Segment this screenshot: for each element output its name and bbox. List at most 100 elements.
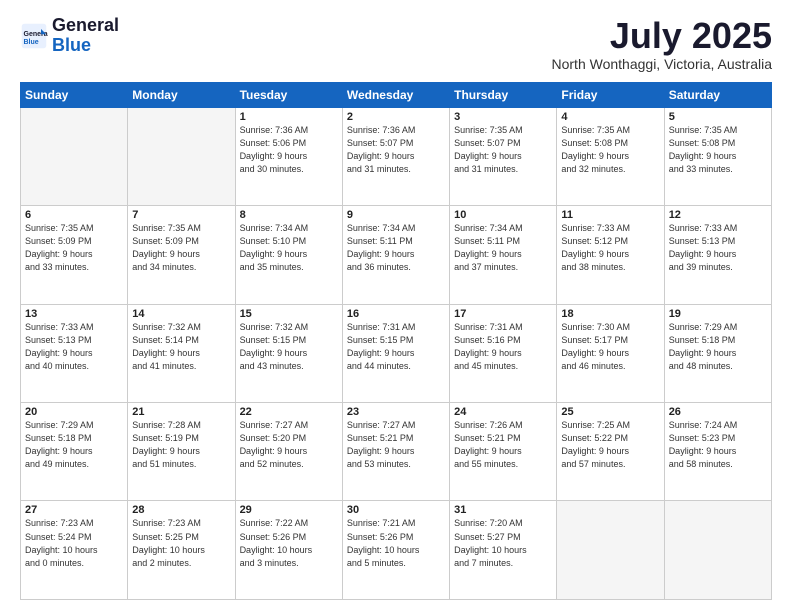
day-info: Sunrise: 7:23 AM Sunset: 5:25 PM Dayligh… — [132, 517, 230, 569]
calendar-cell: 18Sunrise: 7:30 AM Sunset: 5:17 PM Dayli… — [557, 304, 664, 402]
calendar-cell: 27Sunrise: 7:23 AM Sunset: 5:24 PM Dayli… — [21, 501, 128, 600]
weekday-header-monday: Monday — [128, 82, 235, 107]
weekday-header-saturday: Saturday — [664, 82, 771, 107]
day-info: Sunrise: 7:33 AM Sunset: 5:12 PM Dayligh… — [561, 222, 659, 274]
week-row-0: 1Sunrise: 7:36 AM Sunset: 5:06 PM Daylig… — [21, 107, 772, 205]
day-number: 6 — [25, 209, 123, 221]
calendar-cell: 4Sunrise: 7:35 AM Sunset: 5:08 PM Daylig… — [557, 107, 664, 205]
day-number: 21 — [132, 406, 230, 418]
day-number: 27 — [25, 504, 123, 516]
calendar-cell: 6Sunrise: 7:35 AM Sunset: 5:09 PM Daylig… — [21, 206, 128, 304]
day-number: 14 — [132, 308, 230, 320]
day-info: Sunrise: 7:29 AM Sunset: 5:18 PM Dayligh… — [25, 419, 123, 471]
weekday-header-row: SundayMondayTuesdayWednesdayThursdayFrid… — [21, 82, 772, 107]
day-number: 24 — [454, 406, 552, 418]
day-info: Sunrise: 7:35 AM Sunset: 5:08 PM Dayligh… — [561, 124, 659, 176]
svg-text:General: General — [24, 31, 49, 38]
day-number: 12 — [669, 209, 767, 221]
title-block: July 2025 North Wonthaggi, Victoria, Aus… — [552, 16, 773, 72]
day-info: Sunrise: 7:21 AM Sunset: 5:26 PM Dayligh… — [347, 517, 445, 569]
day-info: Sunrise: 7:32 AM Sunset: 5:14 PM Dayligh… — [132, 321, 230, 373]
weekday-header-tuesday: Tuesday — [235, 82, 342, 107]
calendar-cell: 25Sunrise: 7:25 AM Sunset: 5:22 PM Dayli… — [557, 403, 664, 501]
day-info: Sunrise: 7:35 AM Sunset: 5:09 PM Dayligh… — [132, 222, 230, 274]
day-number: 20 — [25, 406, 123, 418]
calendar-cell: 5Sunrise: 7:35 AM Sunset: 5:08 PM Daylig… — [664, 107, 771, 205]
calendar-cell: 17Sunrise: 7:31 AM Sunset: 5:16 PM Dayli… — [450, 304, 557, 402]
day-number: 16 — [347, 308, 445, 320]
calendar-cell: 8Sunrise: 7:34 AM Sunset: 5:10 PM Daylig… — [235, 206, 342, 304]
month-title: July 2025 — [552, 16, 773, 56]
day-number: 4 — [561, 111, 659, 123]
calendar-cell: 26Sunrise: 7:24 AM Sunset: 5:23 PM Dayli… — [664, 403, 771, 501]
calendar-cell: 2Sunrise: 7:36 AM Sunset: 5:07 PM Daylig… — [342, 107, 449, 205]
day-number: 28 — [132, 504, 230, 516]
day-number: 7 — [132, 209, 230, 221]
day-info: Sunrise: 7:23 AM Sunset: 5:24 PM Dayligh… — [25, 517, 123, 569]
calendar-cell: 28Sunrise: 7:23 AM Sunset: 5:25 PM Dayli… — [128, 501, 235, 600]
calendar-cell: 12Sunrise: 7:33 AM Sunset: 5:13 PM Dayli… — [664, 206, 771, 304]
day-info: Sunrise: 7:34 AM Sunset: 5:10 PM Dayligh… — [240, 222, 338, 274]
calendar-cell: 19Sunrise: 7:29 AM Sunset: 5:18 PM Dayli… — [664, 304, 771, 402]
day-info: Sunrise: 7:29 AM Sunset: 5:18 PM Dayligh… — [669, 321, 767, 373]
calendar-cell: 10Sunrise: 7:34 AM Sunset: 5:11 PM Dayli… — [450, 206, 557, 304]
day-number: 23 — [347, 406, 445, 418]
day-number: 8 — [240, 209, 338, 221]
day-number: 17 — [454, 308, 552, 320]
day-info: Sunrise: 7:35 AM Sunset: 5:08 PM Dayligh… — [669, 124, 767, 176]
logo-icon: General Blue — [20, 22, 48, 50]
calendar-cell: 7Sunrise: 7:35 AM Sunset: 5:09 PM Daylig… — [128, 206, 235, 304]
calendar-cell: 20Sunrise: 7:29 AM Sunset: 5:18 PM Dayli… — [21, 403, 128, 501]
location: North Wonthaggi, Victoria, Australia — [552, 56, 773, 72]
day-info: Sunrise: 7:33 AM Sunset: 5:13 PM Dayligh… — [669, 222, 767, 274]
day-number: 15 — [240, 308, 338, 320]
calendar-cell: 24Sunrise: 7:26 AM Sunset: 5:21 PM Dayli… — [450, 403, 557, 501]
day-number: 26 — [669, 406, 767, 418]
calendar-cell — [664, 501, 771, 600]
weekday-header-friday: Friday — [557, 82, 664, 107]
calendar-cell: 31Sunrise: 7:20 AM Sunset: 5:27 PM Dayli… — [450, 501, 557, 600]
day-info: Sunrise: 7:26 AM Sunset: 5:21 PM Dayligh… — [454, 419, 552, 471]
day-number: 5 — [669, 111, 767, 123]
calendar-cell: 29Sunrise: 7:22 AM Sunset: 5:26 PM Dayli… — [235, 501, 342, 600]
day-number: 25 — [561, 406, 659, 418]
svg-text:Blue: Blue — [24, 39, 39, 46]
calendar-cell: 14Sunrise: 7:32 AM Sunset: 5:14 PM Dayli… — [128, 304, 235, 402]
day-info: Sunrise: 7:20 AM Sunset: 5:27 PM Dayligh… — [454, 517, 552, 569]
calendar-cell: 1Sunrise: 7:36 AM Sunset: 5:06 PM Daylig… — [235, 107, 342, 205]
day-number: 13 — [25, 308, 123, 320]
weekday-header-sunday: Sunday — [21, 82, 128, 107]
day-number: 31 — [454, 504, 552, 516]
day-info: Sunrise: 7:34 AM Sunset: 5:11 PM Dayligh… — [454, 222, 552, 274]
day-info: Sunrise: 7:36 AM Sunset: 5:07 PM Dayligh… — [347, 124, 445, 176]
day-info: Sunrise: 7:33 AM Sunset: 5:13 PM Dayligh… — [25, 321, 123, 373]
day-number: 11 — [561, 209, 659, 221]
calendar-cell: 16Sunrise: 7:31 AM Sunset: 5:15 PM Dayli… — [342, 304, 449, 402]
calendar-table: SundayMondayTuesdayWednesdayThursdayFrid… — [20, 82, 772, 600]
day-info: Sunrise: 7:24 AM Sunset: 5:23 PM Dayligh… — [669, 419, 767, 471]
day-number: 19 — [669, 308, 767, 320]
weekday-header-thursday: Thursday — [450, 82, 557, 107]
page: General Blue General Blue July 2025 Nort… — [0, 0, 792, 612]
calendar-cell: 22Sunrise: 7:27 AM Sunset: 5:20 PM Dayli… — [235, 403, 342, 501]
day-info: Sunrise: 7:22 AM Sunset: 5:26 PM Dayligh… — [240, 517, 338, 569]
day-number: 1 — [240, 111, 338, 123]
calendar-cell: 15Sunrise: 7:32 AM Sunset: 5:15 PM Dayli… — [235, 304, 342, 402]
day-number: 10 — [454, 209, 552, 221]
logo: General Blue General Blue — [20, 16, 119, 56]
day-number: 3 — [454, 111, 552, 123]
logo-text: General Blue — [52, 16, 119, 56]
logo-general: General — [52, 15, 119, 35]
calendar-cell — [557, 501, 664, 600]
calendar-cell — [21, 107, 128, 205]
day-number: 9 — [347, 209, 445, 221]
calendar-cell: 3Sunrise: 7:35 AM Sunset: 5:07 PM Daylig… — [450, 107, 557, 205]
calendar-cell: 23Sunrise: 7:27 AM Sunset: 5:21 PM Dayli… — [342, 403, 449, 501]
calendar-cell — [128, 107, 235, 205]
day-info: Sunrise: 7:31 AM Sunset: 5:15 PM Dayligh… — [347, 321, 445, 373]
calendar-cell: 13Sunrise: 7:33 AM Sunset: 5:13 PM Dayli… — [21, 304, 128, 402]
day-info: Sunrise: 7:30 AM Sunset: 5:17 PM Dayligh… — [561, 321, 659, 373]
day-info: Sunrise: 7:34 AM Sunset: 5:11 PM Dayligh… — [347, 222, 445, 274]
week-row-4: 27Sunrise: 7:23 AM Sunset: 5:24 PM Dayli… — [21, 501, 772, 600]
day-info: Sunrise: 7:35 AM Sunset: 5:09 PM Dayligh… — [25, 222, 123, 274]
